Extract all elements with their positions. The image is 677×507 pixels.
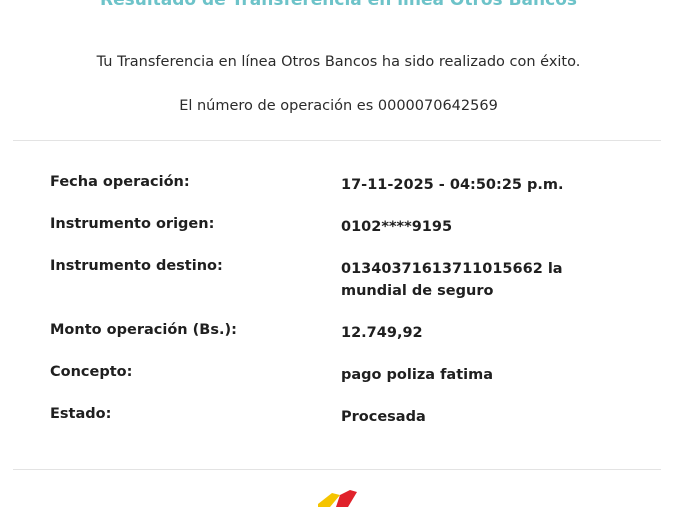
result-title-container: Resultado de Transferencia en línea Otro… <box>0 0 677 26</box>
detail-value: 12.749,92 <box>341 325 423 341</box>
success-message: Tu Transferencia en línea Otros Bancos h… <box>96 54 581 70</box>
divider-top <box>13 140 661 141</box>
bank-logo-icon <box>316 490 360 507</box>
detail-label: Fecha operación: <box>50 174 190 190</box>
detail-label: Instrumento origen: <box>50 216 215 232</box>
detail-label: Instrumento destino: <box>50 258 223 274</box>
detail-value: 0102****9195 <box>341 219 453 235</box>
detail-label: Concepto: <box>50 364 133 380</box>
detail-value: Procesada <box>341 409 426 425</box>
detail-value: pago poliza fatima <box>341 367 493 383</box>
operation-number-message: El número de operación es 0000070642569 <box>179 98 498 114</box>
detail-label: Monto operación (Bs.): <box>50 322 237 338</box>
detail-value: 17-11-2025 - 04:50:25 p.m. <box>341 177 564 193</box>
result-title: Resultado de Transferencia en línea Otro… <box>99 0 577 10</box>
divider-bottom <box>13 469 661 470</box>
detail-value: 01340371613711015662 la mundial de segur… <box>341 261 563 299</box>
detail-label: Estado: <box>50 406 112 422</box>
